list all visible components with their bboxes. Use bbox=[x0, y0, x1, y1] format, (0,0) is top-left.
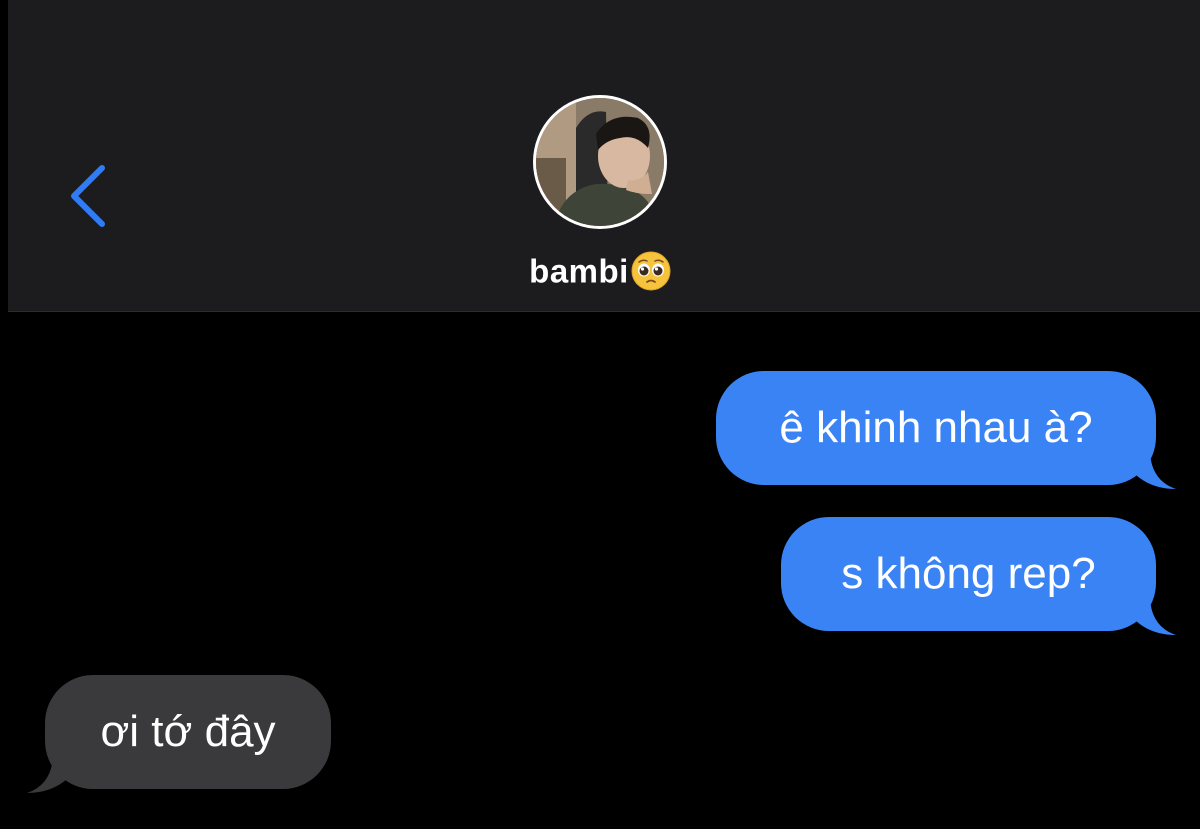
message-text: ê khinh nhau à? bbox=[779, 403, 1093, 452]
bubble-tail-icon bbox=[1136, 599, 1176, 635]
message-bubble-sent[interactable]: ê khinh nhau à? bbox=[716, 371, 1176, 489]
contact-avatar[interactable] bbox=[533, 95, 667, 229]
chevron-left-icon bbox=[71, 165, 105, 227]
contact-name-text: bambi bbox=[529, 252, 629, 290]
bubble-tail-icon bbox=[27, 757, 67, 793]
avatar-photo-icon bbox=[536, 98, 664, 226]
message-bubble-received[interactable]: ơi tớ đây bbox=[27, 675, 331, 793]
pleading-face-emoji-icon bbox=[631, 251, 671, 291]
message-text: ơi tớ đây bbox=[100, 707, 276, 756]
back-button[interactable] bbox=[64, 160, 124, 232]
contact-name[interactable]: bambi bbox=[0, 250, 1200, 291]
message-bubble-sent[interactable]: s không rep? bbox=[781, 517, 1176, 635]
chat-screen: bambi ê khinh nhau à? s không rep? ơi tớ… bbox=[0, 0, 1200, 829]
bubble-tail-icon bbox=[1136, 453, 1176, 489]
message-text: s không rep? bbox=[841, 549, 1096, 598]
